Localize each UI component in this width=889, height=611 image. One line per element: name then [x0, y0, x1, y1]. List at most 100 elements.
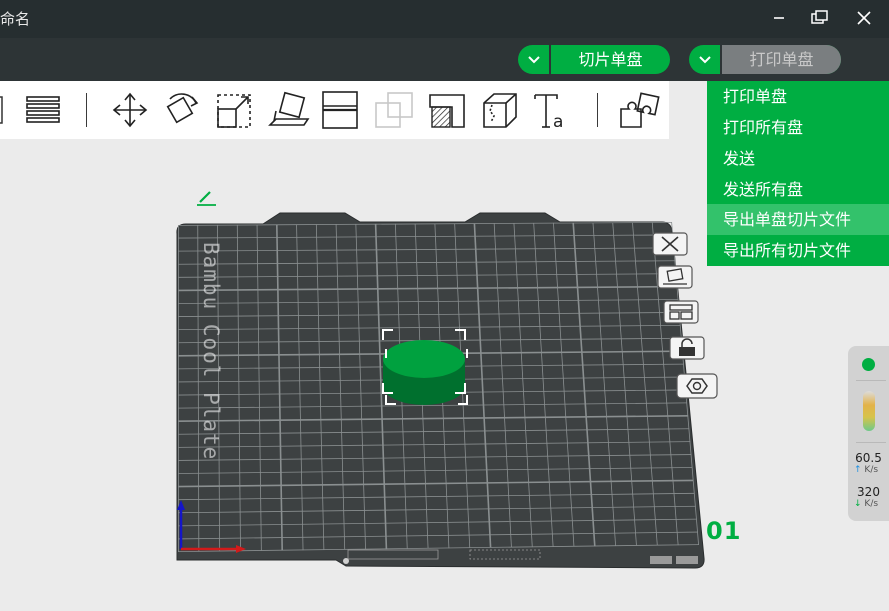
print-plate-label: 打印单盘	[749, 50, 814, 69]
grid-line	[178, 467, 693, 474]
assembly-icon[interactable]	[617, 89, 661, 131]
title-bar: 命名	[0, 0, 889, 38]
grid-line	[178, 544, 699, 552]
grid-line	[178, 454, 692, 461]
boolean-icon[interactable]	[372, 89, 416, 131]
auto-orient-icon	[657, 265, 693, 289]
plate-info-strip	[343, 549, 698, 564]
chevron-down-icon	[528, 56, 540, 64]
arrange-icon[interactable]	[0, 89, 8, 131]
grid-line	[178, 389, 687, 396]
arrange-plate-button[interactable]	[656, 264, 694, 290]
grid-line	[553, 222, 575, 547]
delete-plate-button[interactable]	[651, 231, 689, 257]
text-icon[interactable]: a	[530, 89, 574, 131]
arrow-up-icon: ↑	[854, 465, 862, 475]
grid-line	[178, 376, 685, 383]
menu-item-send-all[interactable]: 发送所有盘	[707, 174, 889, 205]
grid-line	[572, 222, 596, 547]
grid-line	[178, 350, 683, 357]
grid-line	[178, 415, 689, 422]
grid-line	[178, 505, 696, 514]
hex-nut-icon	[676, 373, 718, 399]
chevron-down-icon	[699, 56, 711, 64]
grid-line	[493, 223, 512, 548]
window-title: 命名	[0, 10, 31, 28]
grid-line	[178, 363, 684, 370]
grid-line	[592, 222, 617, 547]
menu-item-export-all-gcode[interactable]: 导出所有切片文件	[707, 235, 889, 266]
plate-settings-button[interactable]	[675, 372, 719, 399]
grid-line	[178, 312, 680, 317]
tool-bar: a	[0, 81, 669, 139]
grid-line	[178, 492, 695, 501]
cut-icon[interactable]	[320, 89, 360, 131]
grid-line	[256, 224, 262, 551]
plate-grid	[178, 222, 699, 552]
minimize-icon	[774, 17, 784, 19]
grid-line	[374, 223, 388, 550]
arrow-down-icon: ↓	[854, 499, 862, 509]
grid-line	[335, 224, 346, 550]
slice-dropdown-toggle[interactable]	[518, 45, 550, 74]
edit-plate-name-icon[interactable]	[194, 188, 218, 212]
toolbar-separator	[86, 93, 87, 127]
grid-line	[236, 224, 241, 552]
menu-item-print-plate[interactable]: 打印单盘	[707, 81, 889, 112]
grid-line	[394, 223, 408, 549]
print-dropdown-menu: 打印单盘 打印所有盘 发送 发送所有盘 导出单盘切片文件 导出所有切片文件	[707, 81, 889, 266]
grid-line	[178, 247, 675, 252]
restore-icon	[811, 10, 828, 24]
grid-line	[178, 285, 678, 292]
menu-item-send[interactable]: 发送	[707, 143, 889, 174]
rotate-icon[interactable]	[160, 89, 204, 131]
grid-line	[178, 234, 674, 239]
download-speed-unit: ↓ K/s	[854, 499, 879, 509]
grid-line	[178, 518, 697, 527]
print-plate-button[interactable]: 打印单盘	[722, 45, 841, 74]
filament-gauge-icon	[863, 391, 875, 431]
axis-gizmo	[177, 500, 246, 553]
layers-icon[interactable]	[24, 89, 62, 131]
menu-item-print-all[interactable]: 打印所有盘	[707, 112, 889, 143]
arrange-objects-button[interactable]	[662, 299, 700, 325]
model-cylinder	[382, 329, 468, 405]
close-button[interactable]	[850, 6, 878, 30]
menu-item-export-plate-gcode[interactable]: 导出单盘切片文件	[707, 204, 889, 235]
seam-paint-icon[interactable]	[478, 89, 522, 131]
support-paint-icon[interactable]	[426, 89, 470, 131]
slice-plate-button[interactable]: 切片单盘	[551, 45, 670, 74]
grid-line	[612, 222, 637, 546]
plate-type-label: Bambu Cool Plate	[199, 242, 223, 461]
grid-line	[178, 531, 698, 540]
grid-line	[632, 222, 658, 546]
grid-line	[178, 441, 691, 448]
move-icon[interactable]	[108, 89, 152, 131]
toolbar-separator	[597, 93, 598, 127]
grid-line	[178, 428, 690, 435]
minimize-button[interactable]	[765, 6, 793, 30]
grid-line	[473, 223, 492, 548]
restore-button[interactable]	[806, 6, 834, 30]
network-stats-panel: 60.5 ↑ K/s 320 ↓ K/s	[848, 346, 889, 521]
grid-line	[178, 402, 688, 409]
status-indicator	[862, 358, 875, 371]
upload-speed-value: 60.5	[855, 451, 882, 465]
scale-icon[interactable]	[212, 89, 256, 131]
lay-on-face-icon[interactable]	[264, 89, 312, 131]
divider	[856, 380, 886, 381]
plate-number: 01	[706, 517, 742, 545]
grid-line	[454, 223, 471, 549]
grid-line	[276, 224, 283, 551]
grid-line	[434, 223, 450, 549]
close-icon	[857, 11, 871, 25]
arrange-icon	[663, 300, 699, 324]
upload-speed-unit: ↑ K/s	[854, 465, 879, 475]
print-dropdown-toggle[interactable]	[689, 45, 721, 74]
grid-line	[178, 324, 681, 331]
grid-line	[178, 299, 679, 304]
divider	[856, 442, 886, 443]
grid-line	[355, 223, 366, 550]
lock-icon	[669, 336, 705, 360]
lock-plate-button[interactable]	[668, 335, 706, 361]
